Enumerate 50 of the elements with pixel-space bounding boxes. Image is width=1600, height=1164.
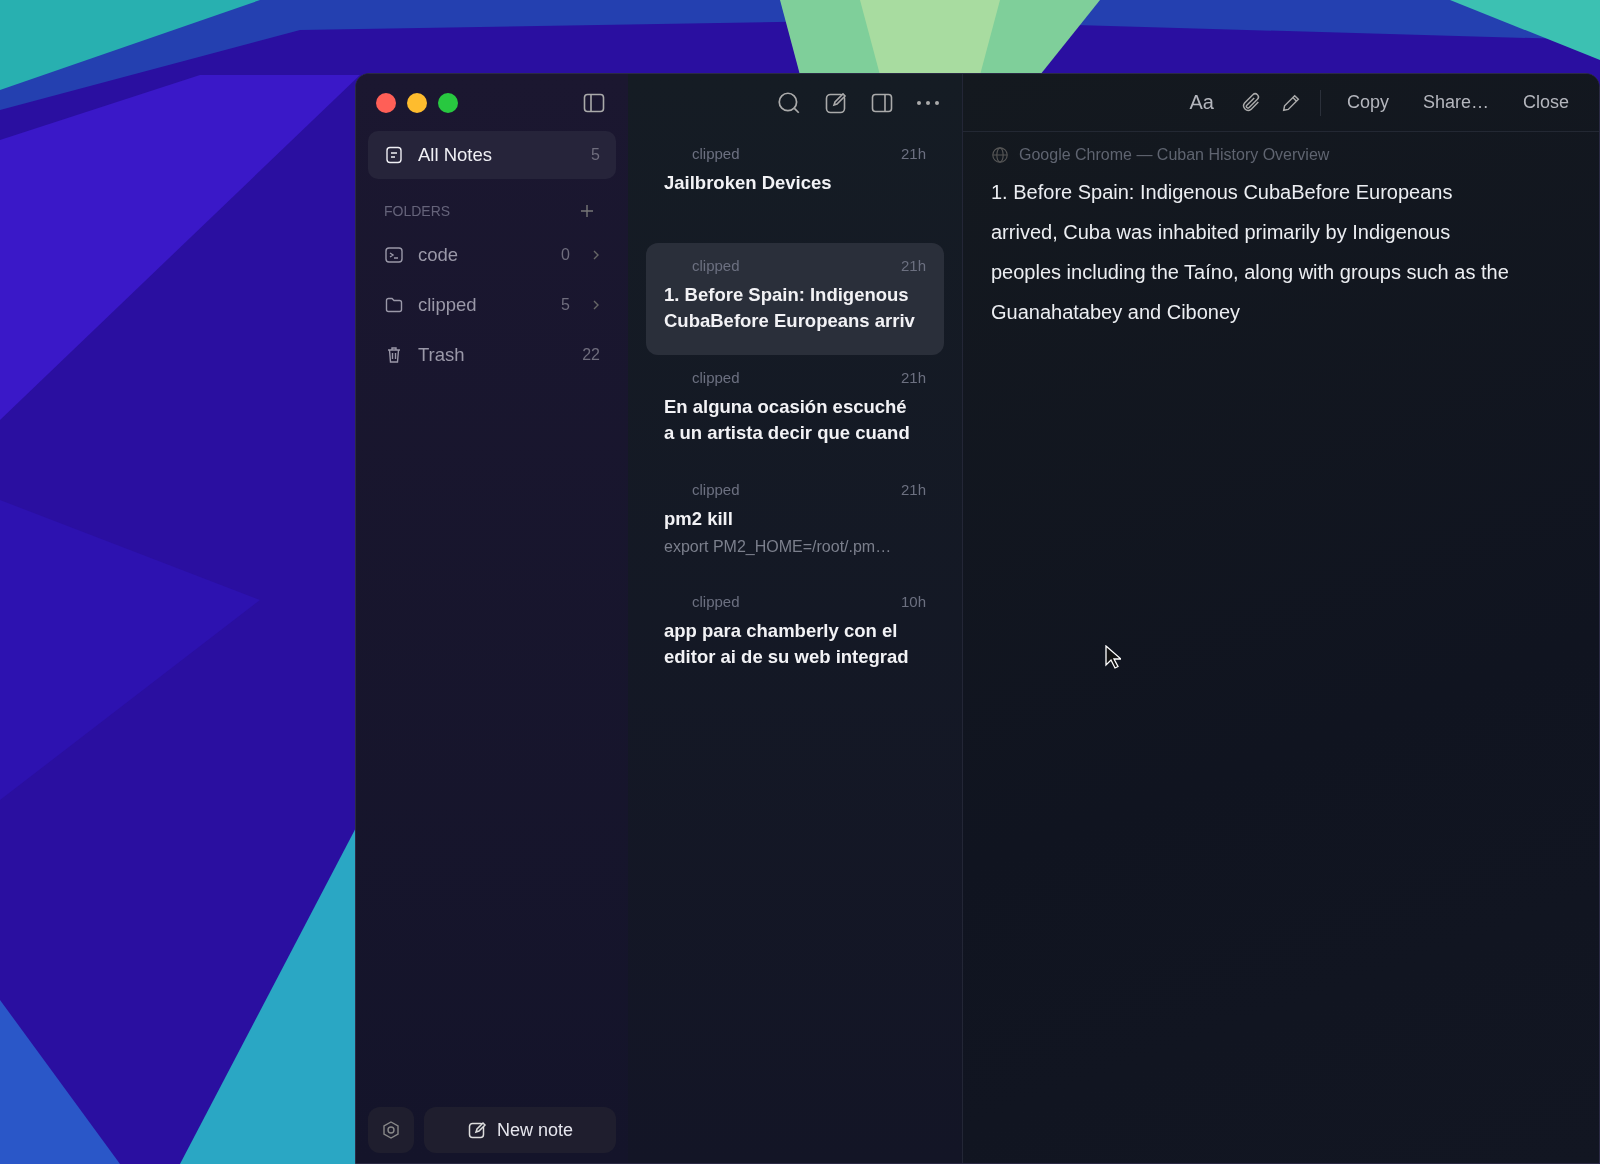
- close-button[interactable]: [376, 92, 396, 113]
- globe-icon: [991, 146, 1009, 164]
- note-preview: export PM2_HOME=/root/.pm…: [664, 538, 893, 556]
- minimize-button[interactable]: [407, 92, 427, 113]
- compose-icon: [466, 1120, 487, 1140]
- pointer-icon: [1105, 645, 1121, 669]
- more-icon[interactable]: [916, 99, 940, 106]
- sidebar-item[interactable]: Trash 22: [368, 331, 616, 379]
- search-icon[interactable]: [776, 89, 802, 116]
- note-title: 1. Before Spain: Indigenous CubaBefore Europeans arriv: [664, 283, 916, 333]
- note-title: pm2 kill: [664, 507, 734, 531]
- note-time: 21h: [900, 481, 926, 498]
- font-button[interactable]: Aa: [1181, 87, 1222, 118]
- note-item[interactable]: clipped 10h app para chamberly con el editor ai de su web integrad: [646, 579, 944, 691]
- note-title: app para chamberly con el editor ai de su web integrad: [664, 619, 910, 669]
- add-icon[interactable]: [580, 204, 594, 218]
- note-time: 21h: [900, 257, 926, 274]
- sidebar-item[interactable]: code 0: [368, 231, 616, 279]
- note-title: Jailbroken Devices: [664, 171, 833, 195]
- toolbar-button[interactable]: Share…: [1414, 88, 1497, 117]
- terminal-icon: [384, 245, 404, 265]
- toolbar-button[interactable]: Close: [1514, 88, 1577, 117]
- section-heading: FOLDERS: [384, 203, 451, 219]
- note-folder: clipped: [692, 481, 740, 498]
- note-time: 21h: [900, 145, 926, 162]
- note-icon: [384, 145, 404, 165]
- sidebar-item[interactable]: clipped 5: [368, 281, 616, 329]
- toolbar-button[interactable]: Copy: [1338, 88, 1397, 117]
- compose-icon[interactable]: [824, 90, 848, 115]
- note-folder: clipped: [692, 257, 740, 274]
- note-body: 1. Before Spain: Indigenous CubaBefore Europeans arrived, Cuba was inhabited primarily by Indigenous peoples including the Taíno, along with groups such as the Guanahatabey and Ciboney: [991, 180, 1510, 325]
- note-source: Google Chrome — Cuban History Overview: [1019, 146, 1330, 164]
- chevron-icon: [592, 299, 600, 311]
- settings-button[interactable]: [368, 1107, 414, 1153]
- note-folder: clipped: [692, 369, 740, 386]
- note-item[interactable]: clipped 21h En alguna ocasión escuché a un artista decir que cuand: [646, 355, 944, 467]
- note-folder: clipped: [692, 145, 740, 162]
- note-folder: clipped: [692, 593, 740, 610]
- settings-icon: [381, 1120, 401, 1140]
- note-title: En alguna ocasión escuché a un artista decir que cuand: [664, 395, 911, 445]
- note-time: 10h: [900, 593, 926, 610]
- sidebar-item[interactable]: All Notes 5: [368, 131, 616, 179]
- chevron-icon: [592, 249, 600, 261]
- note-time: 21h: [900, 369, 926, 386]
- new-note-button[interactable]: New note: [424, 1107, 616, 1153]
- note-item[interactable]: clipped 21h Jailbroken Devices: [646, 131, 944, 243]
- note-item[interactable]: clipped 21h pm2 kill export PM2_HOME=/root/.pm…: [646, 467, 944, 579]
- note-item[interactable]: clipped 21h 1. Before Spain: Indigenous CubaBefore Europeans arriv: [646, 243, 944, 355]
- folder-icon: [384, 295, 404, 315]
- zoom-button[interactable]: [438, 92, 458, 113]
